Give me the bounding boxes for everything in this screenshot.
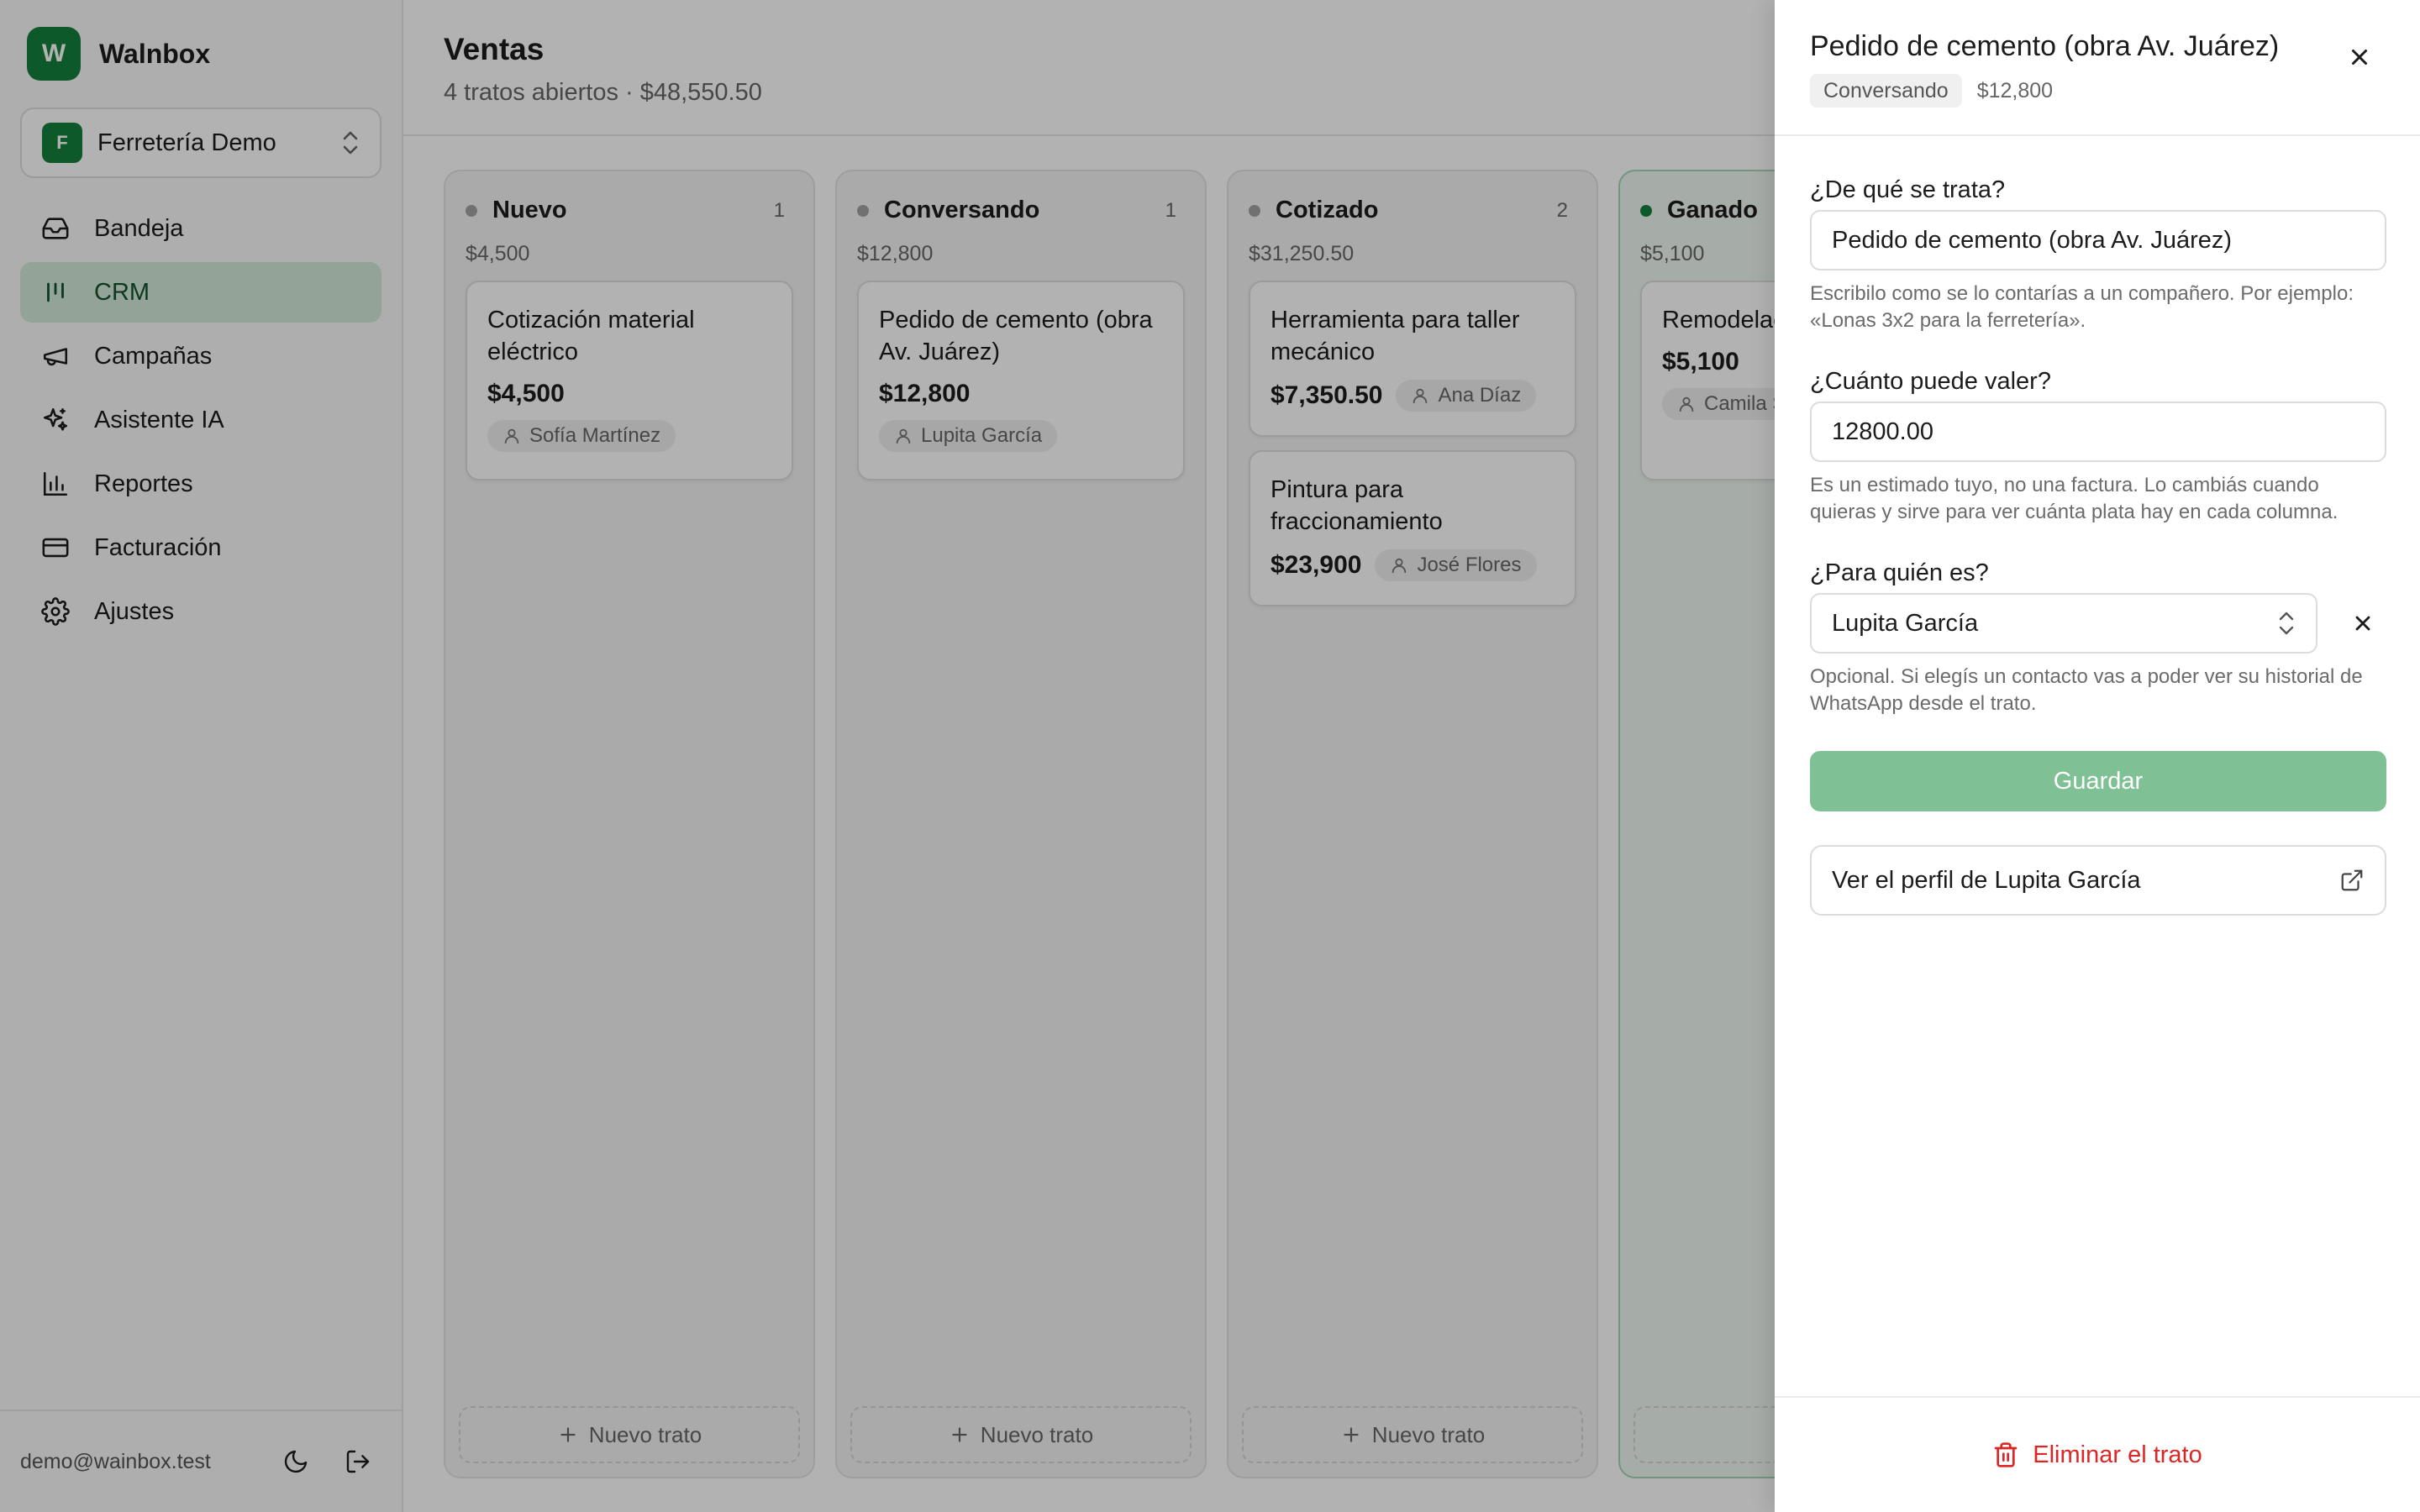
deal-detail-panel: Pedido de cemento (obra Av. Juárez) Conv… (1775, 0, 2420, 1512)
deal-value-help: Es un estimado tuyo, no una factura. Lo … (1810, 474, 2338, 523)
stage-badge: Conversando (1810, 74, 1962, 108)
deal-amount: $12,800 (1976, 78, 2054, 102)
delete-deal-label: Eliminar el trato (2033, 1441, 2202, 1468)
trash-icon (1994, 1442, 2018, 1467)
external-link-icon (2341, 869, 2363, 891)
panel-meta: Conversando $12,800 (1810, 74, 2053, 108)
close-icon (2352, 50, 2367, 65)
panel-footer: Eliminar el trato (1775, 1396, 2420, 1512)
view-contact-profile-button[interactable]: Ver el perfil de Lupita García (1810, 845, 2386, 916)
contact-select[interactable]: Lupita García (1810, 593, 2317, 654)
deal-value-input[interactable] (1810, 402, 2386, 462)
deal-value-label: ¿Cuánto puede valer? (1810, 368, 2051, 395)
contact-label: ¿Para quién es? (1810, 559, 1989, 586)
chevrons-up-down-icon (2279, 612, 2294, 635)
modal-overlay[interactable] (0, 0, 1775, 1512)
panel-header: Pedido de cemento (obra Av. Juárez) Conv… (1775, 0, 2420, 136)
clear-contact-button[interactable] (2338, 598, 2388, 648)
save-button[interactable]: Guardar (1810, 751, 2386, 811)
deal-title-label: ¿De qué se trata? (1810, 176, 2006, 203)
contact-select-value: Lupita García (1832, 609, 1979, 637)
panel-title: Pedido de cemento (obra Av. Juárez) (1810, 30, 2280, 62)
deal-title-help: Escribilo como se lo contarías a un comp… (1810, 282, 2354, 332)
deal-title-input[interactable] (1810, 210, 2386, 270)
close-icon (2355, 616, 2370, 631)
close-panel-button[interactable] (2343, 40, 2376, 74)
delete-deal-button[interactable]: Eliminar el trato (1992, 1441, 2202, 1469)
contact-help: Opcional. Si elegís un contacto vas a po… (1810, 665, 2363, 715)
view-profile-label: Ver el perfil de Lupita García (1832, 866, 2141, 894)
